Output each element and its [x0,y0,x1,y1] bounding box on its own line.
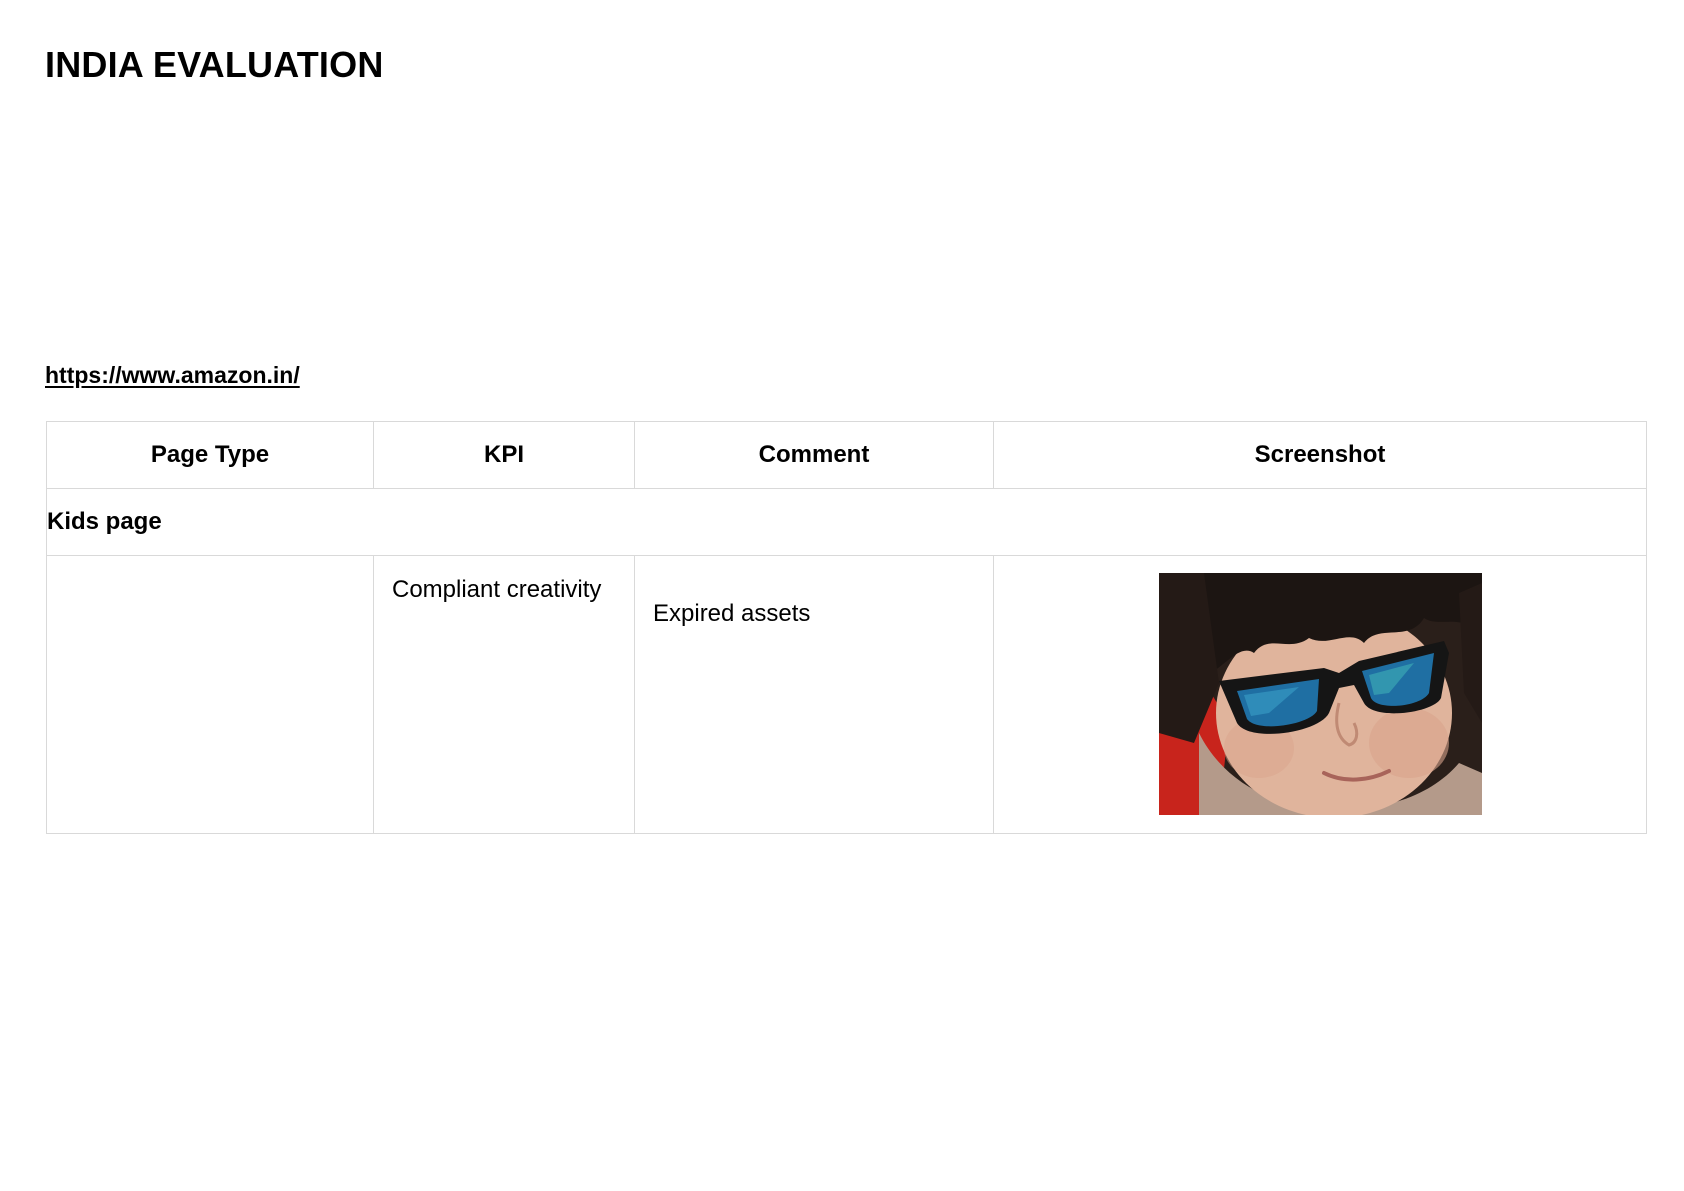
page-type-cell [46,555,374,834]
table-header-row: Page Type KPI Comment Screenshot [46,421,1647,489]
url-link[interactable]: https://www.amazon.in/ [45,362,300,389]
kpi-cell: Compliant creativity [373,555,635,834]
screenshot-cell [993,555,1647,834]
header-kpi: KPI [373,421,635,489]
evaluation-table: Page Type KPI Comment Screenshot Kids pa… [46,421,1647,834]
page-title: INDIA EVALUATION [45,44,384,85]
header-page-type: Page Type [46,421,374,489]
comment-value: Expired assets [653,600,811,627]
screenshot-image [1158,573,1482,815]
section-row: Kids page [46,488,1647,556]
section-label: Kids page [46,488,1647,556]
child-sunglasses-illustration [1158,573,1482,815]
header-comment: Comment [634,421,994,489]
comment-cell: Expired assets [634,555,994,834]
table-row: Compliant creativity Expired assets [46,555,1647,834]
kpi-value: Compliant creativity [392,576,602,603]
header-screenshot: Screenshot [993,421,1647,489]
